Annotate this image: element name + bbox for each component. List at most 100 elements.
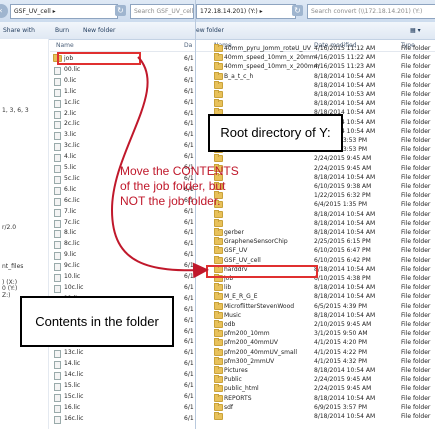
list-item[interactable]: 2.lic 6/1 — [50, 110, 195, 119]
nav-item[interactable]: 0 (Y:) — [2, 285, 17, 292]
list-item[interactable]: 2/24/2015 9:45 AM File folder — [196, 154, 435, 163]
folder-icon — [214, 310, 223, 319]
folder-type: File folder — [401, 219, 431, 227]
list-item[interactable]: 16c.lic 6/1 — [50, 415, 195, 424]
file-name: 3.lic — [64, 131, 77, 139]
list-item[interactable]: pfm300_2mmUV 4/1/2015 4:32 PM File folder — [196, 356, 435, 366]
list-item[interactable]: 14.lic 6/1 — [50, 360, 195, 370]
view-options-icon[interactable]: ▦ ▾ — [410, 26, 421, 36]
list-item[interactable]: M_E_R_G_E 8/18/2014 10:54 AM File folder — [196, 292, 435, 301]
share-with-button[interactable]: Share with — [3, 26, 35, 36]
file-date: 6/1 — [184, 65, 194, 73]
list-item[interactable]: gerber 8/18/2014 10:54 AM File folder — [196, 228, 435, 237]
folder-date: 8/18/2014 10:54 AM — [314, 311, 376, 319]
list-item[interactable]: odb 2/10/2015 9:45 AM File folder — [196, 320, 435, 329]
list-item[interactable]: pfm200_40mmUV 4/1/2015 4:20 PM File folder — [196, 338, 435, 347]
search-input[interactable]: Search convert (\\172.18.14.201) (Y:) — [307, 4, 435, 19]
nav-item[interactable]: nt_files — [2, 263, 23, 270]
list-item[interactable]: 1.lic 6/1 — [50, 87, 195, 97]
folder-icon — [214, 154, 223, 163]
list-item[interactable]: 8c.lic 6/1 — [50, 240, 195, 250]
list-item[interactable]: 8/18/2014 10:53 AM File folder — [196, 90, 435, 99]
list-item[interactable]: 8.lic 6/1 — [50, 229, 195, 239]
refresh-icon[interactable]: ↻ — [115, 5, 126, 16]
list-item[interactable]: 13c.lic 6/1 — [50, 349, 195, 359]
list-item[interactable]: 00.lic 6/1 — [50, 65, 195, 75]
folder-name: 40mm_pyru_Jomm_roteU_UV — [224, 45, 312, 52]
list-item[interactable]: 0.lic 6/1 — [50, 76, 195, 86]
list-item[interactable]: GrapheneSensorChip 2/25/2015 6:15 PM File … — [196, 237, 435, 246]
list-item[interactable]: 3.lic 6/1 — [50, 131, 195, 141]
list-item[interactable]: 8/18/2014 10:54 AM File folder — [196, 99, 435, 108]
file-icon — [54, 372, 61, 381]
list-item[interactable]: 4.lic 6/1 — [50, 153, 195, 163]
file-icon — [54, 241, 61, 250]
list-item[interactable]: lib 8/18/2014 10:54 AM File folder — [196, 283, 435, 292]
list-item[interactable]: 1c.lic 6/1 — [50, 99, 195, 108]
new-folder-button[interactable]: ew folder — [196, 26, 224, 36]
list-item[interactable]: 40mm_speed_10mm_x_20mm 4/16/2015 11:22 AM… — [196, 53, 435, 62]
list-item[interactable]: 8/18/2014 10:54 AM File folder — [196, 80, 435, 90]
file-name: 5c.lic — [64, 174, 80, 182]
file-date: 6/1 — [184, 218, 194, 226]
folder-name: sdf — [224, 403, 234, 411]
file-icon — [54, 121, 61, 130]
list-item[interactable]: 8/18/2014 10:54 AM File folder — [196, 412, 435, 421]
list-item[interactable]: 14c.lic 6/1 — [50, 371, 195, 381]
list-item[interactable]: 8/18/2014 10:54 AM File folder — [196, 218, 435, 228]
job-folder-highlight-right — [206, 265, 318, 278]
list-item[interactable]: pfm200_10mm 3/1/2015 9:50 AM File folder — [196, 329, 435, 338]
list-item[interactable]: 2c.lic 6/1 — [50, 120, 195, 130]
name-column-header[interactable]: Name — [56, 42, 74, 49]
list-item[interactable]: Public 2/24/2015 9:45 AM File folder — [196, 375, 435, 384]
list-item[interactable]: GSF_UV 6/10/2015 6:47 PM File folder — [196, 246, 435, 255]
breadcrumb[interactable]: GSF_UV_cell ▸ — [10, 4, 118, 19]
list-item[interactable]: 10c.lic 6/1 — [50, 284, 195, 293]
list-item[interactable]: B_a_t_c_h 8/18/2014 10:54 AM File folder — [196, 71, 435, 81]
nav-item[interactable]: Z:) — [2, 292, 10, 299]
list-item[interactable]: Music 8/18/2014 10:54 AM File folder — [196, 310, 435, 320]
file-date: 6/1 — [184, 76, 194, 84]
folder-icon — [214, 393, 223, 402]
list-item[interactable]: 15c.lic 6/1 — [50, 393, 195, 402]
folder-icon — [214, 292, 223, 301]
list-item[interactable]: 40mm_speed_10mm_x_200mm 4/16/2015 11:23 A… — [196, 62, 435, 71]
list-item[interactable]: REPORTS 8/18/2014 10:54 AM File folder — [196, 393, 435, 403]
back-icon[interactable]: ‹ — [0, 4, 8, 18]
list-item[interactable]: GSF_UV_cell 6/10/2015 6:42 PM File folder — [196, 255, 435, 265]
folder-name: pfm200_40mmUV — [224, 339, 279, 347]
file-icon — [54, 186, 61, 195]
burn-button[interactable]: Burn — [55, 26, 69, 36]
new-folder-button[interactable]: New folder — [83, 26, 115, 36]
list-item[interactable]: 15.lic 6/1 — [50, 382, 195, 391]
list-item[interactable]: sdf 6/9/2015 3:57 PM File folder — [196, 402, 435, 412]
list-item[interactable]: 40mm_pyru_Jomm_roteU_UV 4/16/2015 11:12 A… — [196, 44, 435, 53]
list-item[interactable]: Pictures 8/18/2014 10:54 AM File folder — [196, 366, 435, 375]
folder-date: 4/16/2015 11:12 AM — [314, 45, 376, 52]
file-icon — [54, 252, 61, 261]
nav-item[interactable]: 1, 3, 6, 3 — [2, 107, 29, 114]
folder-icon — [214, 71, 223, 80]
instruction-note: Move the CONTENTS of the job folder, but… — [120, 164, 239, 209]
nav-item[interactable]: r/2.0 — [2, 224, 16, 231]
refresh-icon[interactable]: ↻ — [292, 5, 303, 16]
list-item[interactable]: MicroflitterStevenWood 6/5/2015 4:39 PM Fi… — [196, 301, 435, 311]
list-item[interactable]: 9.lic 6/1 — [50, 251, 195, 261]
list-item[interactable]: 9c.lic 6/1 — [50, 262, 195, 272]
list-item[interactable]: 3c.lic 6/1 — [50, 142, 195, 152]
list-item[interactable]: 10.lic 6/1 — [50, 273, 195, 282]
list-item[interactable]: public_html 2/24/2015 9:45 AM File folder — [196, 384, 435, 393]
list-item[interactable]: 8/18/2014 10:54 AM File folder — [196, 209, 435, 219]
file-date: 6/1 — [184, 87, 194, 95]
file-date: 6/1 — [184, 55, 194, 62]
toolbar: ew folder ▦ ▾ — [196, 22, 435, 40]
breadcrumb[interactable]: 172.18.14.201) (Y:) ▸ — [196, 4, 296, 19]
date-column-header[interactable]: Da — [184, 42, 192, 49]
folder-name: GSF_UV — [224, 247, 248, 255]
list-item[interactable]: 7c.lic 6/1 — [50, 218, 195, 228]
list-item[interactable]: pfm200_40mmUV_small 4/1/2015 4:22 PM File … — [196, 347, 435, 357]
folder-name: Public — [224, 376, 242, 384]
search-input[interactable]: Search GSF_UV_cell — [130, 4, 194, 19]
file-date: 6/1 — [184, 120, 194, 128]
list-item[interactable]: 16.lic 6/1 — [50, 404, 195, 413]
